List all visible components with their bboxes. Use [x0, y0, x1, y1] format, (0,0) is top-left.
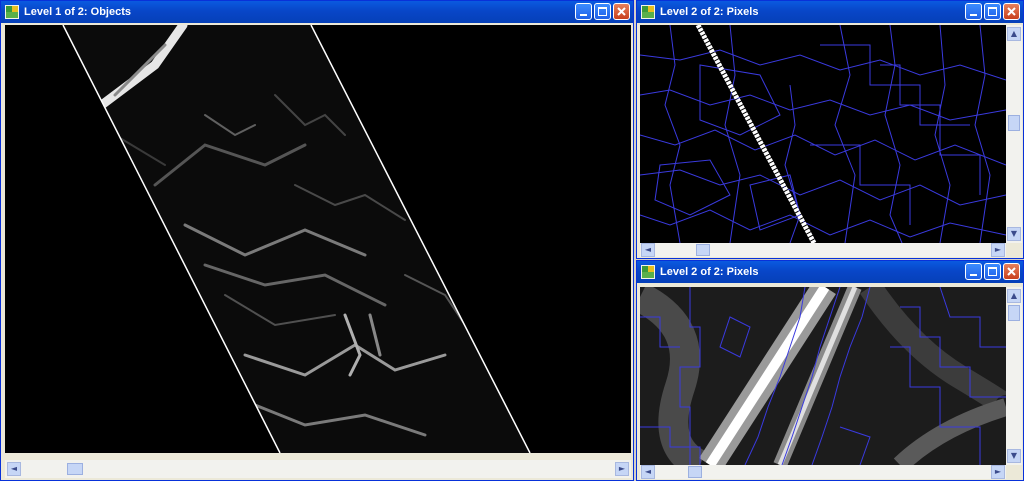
- pixels-bottom-titlebar[interactable]: Level 2 of 2: Pixels: [637, 261, 1023, 283]
- scroll-thumb[interactable]: [688, 466, 702, 478]
- pixels-top-canvas[interactable]: [640, 25, 1006, 243]
- minimize-icon: [970, 14, 977, 16]
- maximize-button[interactable]: [984, 263, 1001, 280]
- pixels-bottom-image: [640, 287, 1006, 465]
- objects-image: [62, 25, 531, 453]
- objects-canvas[interactable]: [5, 25, 631, 453]
- pixels-bottom-canvas[interactable]: [640, 287, 1006, 465]
- objects-hscrollbar[interactable]: ◄ ►: [5, 460, 631, 478]
- scroll-right-icon: ►: [994, 467, 1002, 476]
- close-icon: [1007, 267, 1016, 276]
- minimize-icon: [970, 274, 977, 276]
- scroll-up-button[interactable]: ▲: [1007, 289, 1021, 303]
- pixels-top-title: Level 2 of 2: Pixels: [660, 6, 759, 18]
- scroll-down-button[interactable]: ▼: [1007, 449, 1021, 463]
- scroll-down-icon: ▼: [1010, 451, 1018, 460]
- close-button[interactable]: [613, 3, 630, 20]
- maximize-button[interactable]: [984, 3, 1001, 20]
- close-button[interactable]: [1003, 263, 1020, 280]
- maximize-icon: [988, 267, 997, 276]
- maximize-icon: [598, 7, 607, 16]
- pixels-bottom-hscrollbar[interactable]: ◄ ►: [640, 465, 1006, 479]
- scroll-left-button[interactable]: ◄: [7, 462, 21, 476]
- scroll-left-icon: ◄: [10, 464, 18, 473]
- pixels-bottom-vscrollbar[interactable]: ▲ ▼: [1006, 287, 1022, 465]
- scroll-right-button[interactable]: ►: [991, 465, 1005, 479]
- scroll-up-icon: ▲: [1010, 291, 1018, 300]
- pixels-top-image: [640, 25, 1006, 243]
- scroll-right-button[interactable]: ►: [615, 462, 629, 476]
- maximize-icon: [988, 7, 997, 16]
- minimize-button[interactable]: [965, 263, 982, 280]
- close-button[interactable]: [1003, 3, 1020, 20]
- objects-titlebar[interactable]: Level 1 of 2: Objects: [1, 1, 633, 23]
- pixels-bottom-title: Level 2 of 2: Pixels: [660, 266, 759, 278]
- pixels-top-titlebar[interactable]: Level 2 of 2: Pixels: [637, 1, 1023, 23]
- pixels-top-hscrollbar[interactable]: ◄ ►: [640, 243, 1006, 257]
- scroll-thumb[interactable]: [696, 244, 710, 256]
- scroll-thumb[interactable]: [67, 463, 83, 475]
- resize-grip[interactable]: [1006, 465, 1020, 479]
- scroll-left-icon: ◄: [644, 245, 652, 254]
- resize-grip[interactable]: [1006, 243, 1020, 257]
- minimize-button[interactable]: [575, 3, 592, 20]
- pixels-top-vscrollbar[interactable]: ▲ ▼: [1006, 25, 1022, 243]
- objects-window[interactable]: Level 1 of 2: Objects ◄ ►: [0, 0, 634, 481]
- scroll-up-icon: ▲: [1010, 29, 1018, 38]
- close-icon: [617, 7, 626, 16]
- objects-title: Level 1 of 2: Objects: [24, 6, 131, 18]
- scroll-down-icon: ▼: [1010, 229, 1018, 238]
- scroll-down-button[interactable]: ▼: [1007, 227, 1021, 241]
- maximize-button[interactable]: [594, 3, 611, 20]
- pixels-top-window[interactable]: Level 2 of 2: Pixels ▲ ▼ ◄ ►: [636, 0, 1024, 259]
- scroll-right-button[interactable]: ►: [991, 243, 1005, 257]
- scroll-thumb[interactable]: [1008, 305, 1020, 321]
- scroll-left-icon: ◄: [644, 467, 652, 476]
- scroll-thumb[interactable]: [1008, 115, 1020, 131]
- close-icon: [1007, 7, 1016, 16]
- scroll-right-icon: ►: [994, 245, 1002, 254]
- scroll-left-button[interactable]: ◄: [641, 243, 655, 257]
- pixels-bottom-window[interactable]: Level 2 of 2: Pixels ▲ ▼ ◄ ►: [636, 260, 1024, 481]
- scroll-up-button[interactable]: ▲: [1007, 27, 1021, 41]
- app-icon: [5, 5, 19, 19]
- scroll-left-button[interactable]: ◄: [641, 465, 655, 479]
- app-icon: [641, 5, 655, 19]
- scroll-right-icon: ►: [618, 464, 626, 473]
- minimize-button[interactable]: [965, 3, 982, 20]
- minimize-icon: [580, 14, 587, 16]
- app-icon: [641, 265, 655, 279]
